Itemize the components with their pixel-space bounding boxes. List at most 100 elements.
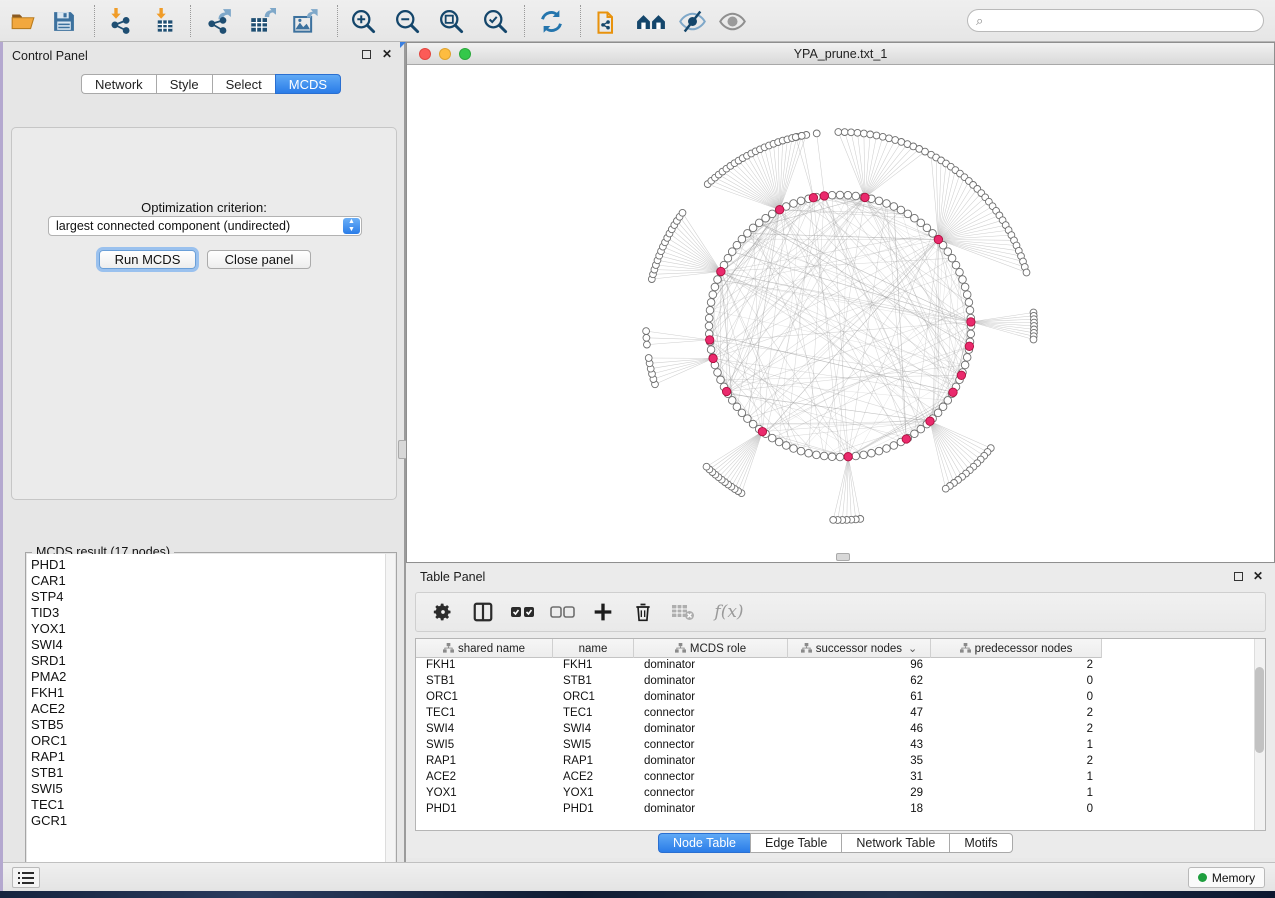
mcds-result-item[interactable]: TEC1 (31, 797, 385, 813)
mcds-result-item[interactable]: RAP1 (31, 749, 385, 765)
network-node[interactable] (844, 191, 852, 199)
network-node[interactable] (790, 445, 798, 453)
column-header-shared-name[interactable]: shared name (416, 639, 553, 658)
network-node[interactable] (733, 403, 741, 411)
tab-select[interactable]: Select (212, 74, 275, 94)
mcds-result-list[interactable]: PHD1CAR1STP4TID3YOX1SWI4SRD1PMA2FKH1ACE2… (27, 554, 385, 898)
tab-network[interactable]: Network (81, 74, 156, 94)
column-header-MCDS-role[interactable]: MCDS role (634, 639, 788, 658)
select-stepper-icon[interactable]: ▲▼ (343, 218, 360, 234)
network-node[interactable] (890, 203, 898, 211)
tab-style[interactable]: Style (156, 74, 212, 94)
mcds-result-item[interactable]: PHD1 (31, 557, 385, 573)
network-node[interactable] (886, 135, 893, 142)
network-node[interactable] (911, 430, 919, 438)
network-node[interactable] (868, 449, 876, 457)
node-table[interactable]: shared namenameMCDS rolesuccessor nodes⌄… (415, 638, 1266, 831)
table-row[interactable]: TEC1TEC1connector472 (416, 706, 1265, 722)
network-node[interactable] (707, 346, 715, 354)
save-session-icon[interactable] (48, 6, 78, 36)
mcds-result-item[interactable]: ACE2 (31, 701, 385, 717)
network-node[interactable] (883, 200, 891, 208)
search-input[interactable] (983, 14, 1263, 28)
network-node[interactable] (643, 334, 650, 341)
network-node[interactable] (679, 209, 686, 216)
network-node[interactable] (875, 197, 883, 205)
close-table-panel-icon[interactable]: ✕ (1253, 569, 1263, 583)
network-node[interactable] (965, 299, 973, 307)
mcds-result-item[interactable]: SWI5 (31, 781, 385, 797)
network-node[interactable] (798, 132, 805, 139)
network-node[interactable] (948, 254, 956, 262)
mcds-network-node[interactable] (844, 453, 852, 461)
network-node[interactable] (852, 452, 860, 460)
network-node[interactable] (961, 283, 969, 291)
export-table-icon[interactable] (247, 6, 277, 36)
network-node[interactable] (813, 451, 821, 459)
first-neighbors-icon[interactable] (636, 6, 666, 36)
network-node[interactable] (703, 463, 710, 470)
delete-column-trash-icon[interactable] (630, 599, 656, 625)
network-node[interactable] (879, 133, 886, 140)
network-node[interactable] (867, 131, 874, 138)
network-node[interactable] (956, 268, 964, 276)
network-node[interactable] (873, 132, 880, 139)
mcds-result-item[interactable]: STB1 (31, 765, 385, 781)
column-header-name[interactable]: name (553, 639, 634, 658)
open-file-icon[interactable] (8, 6, 38, 36)
mcds-result-item[interactable]: PMA2 (31, 669, 385, 685)
mcds-network-node[interactable] (776, 206, 784, 214)
network-node[interactable] (717, 376, 725, 384)
deselect-all-checkboxes-icon[interactable] (550, 599, 576, 625)
network-node[interactable] (705, 322, 713, 330)
network-node[interactable] (1030, 336, 1037, 343)
network-node[interactable] (861, 130, 868, 137)
network-node[interactable] (835, 129, 842, 136)
tab-network-table[interactable]: Network Table (841, 833, 949, 853)
network-node[interactable] (963, 354, 971, 362)
mcds-network-node[interactable] (820, 192, 828, 200)
network-node[interactable] (775, 438, 783, 446)
mcds-network-node[interactable] (758, 427, 766, 435)
network-node[interactable] (705, 314, 713, 322)
network-node[interactable] (830, 517, 837, 524)
mcds-network-node[interactable] (934, 235, 942, 243)
close-panel-button[interactable]: Close panel (207, 250, 311, 269)
table-scrollbar-thumb[interactable] (1255, 667, 1264, 753)
search-box[interactable]: ⌕ (967, 9, 1264, 32)
network-node[interactable] (728, 248, 736, 256)
add-column-icon[interactable] (590, 599, 616, 625)
tab-node-table[interactable]: Node Table (658, 833, 750, 853)
network-node[interactable] (883, 445, 891, 453)
mcds-network-node[interactable] (967, 318, 975, 326)
network-node[interactable] (904, 210, 912, 218)
table-row[interactable]: YOX1YOX1connector291 (416, 786, 1265, 802)
table-row[interactable]: FKH1FKH1dominator962 (416, 658, 1265, 674)
mcds-network-node[interactable] (809, 194, 817, 202)
network-node[interactable] (711, 283, 719, 291)
mcds-result-item[interactable]: FKH1 (31, 685, 385, 701)
mcds-result-item[interactable]: TID3 (31, 605, 385, 621)
network-node[interactable] (875, 447, 883, 455)
run-mcds-button[interactable]: Run MCDS (99, 250, 196, 269)
mcds-network-node[interactable] (706, 336, 714, 344)
mcds-network-node[interactable] (965, 342, 973, 350)
delete-table-disabled-icon[interactable] (670, 599, 696, 625)
table-row[interactable]: STB1STB1dominator620 (416, 674, 1265, 690)
select-all-checkboxes-icon[interactable] (510, 599, 536, 625)
network-node[interactable] (790, 200, 798, 208)
network-node[interactable] (797, 197, 805, 205)
sort-chevron-icon[interactable]: ⌄ (908, 642, 917, 655)
network-node[interactable] (961, 361, 969, 369)
network-node[interactable] (828, 453, 836, 461)
tab-mcds[interactable]: MCDS (275, 74, 341, 94)
network-node[interactable] (963, 291, 971, 299)
table-row[interactable]: RAP1RAP1dominator352 (416, 754, 1265, 770)
optimization-criterion-select[interactable]: largest connected component (undirected)… (48, 216, 362, 236)
mcds-network-node[interactable] (861, 193, 869, 201)
zoom-selected-icon[interactable] (480, 6, 510, 36)
mcds-network-node[interactable] (957, 371, 965, 379)
network-node[interactable] (1023, 269, 1030, 276)
mcds-result-item[interactable]: YOX1 (31, 621, 385, 637)
mcds-result-item[interactable]: SWI4 (31, 637, 385, 653)
